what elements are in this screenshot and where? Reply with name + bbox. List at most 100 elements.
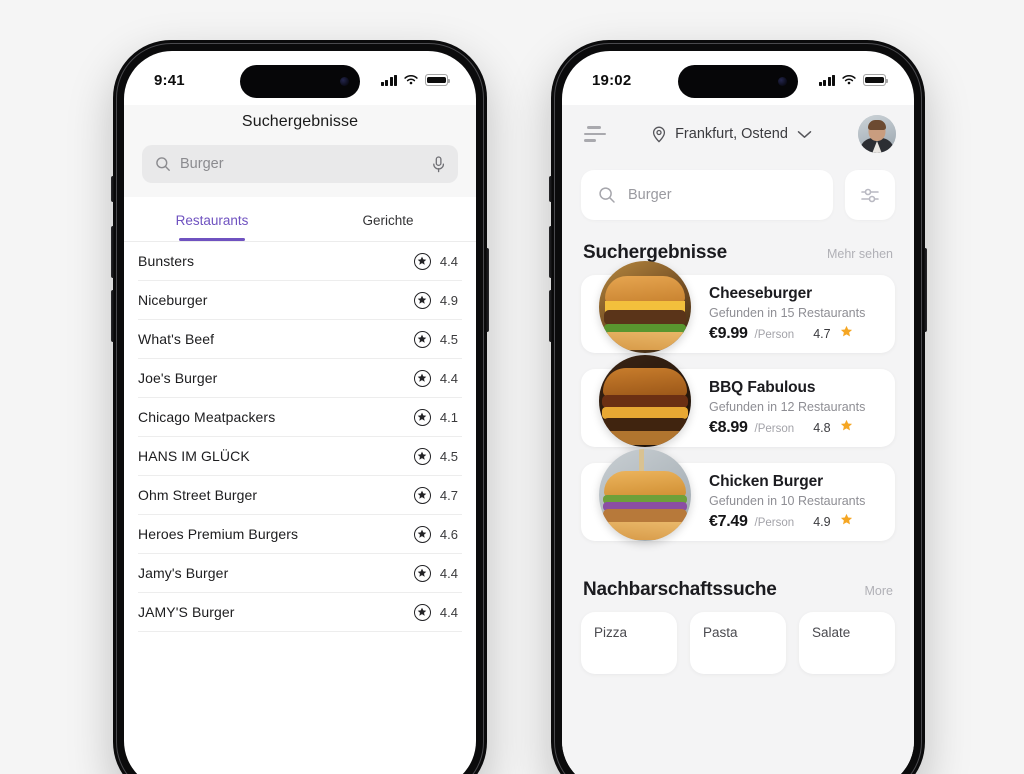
star-icon bbox=[418, 451, 427, 460]
star-badge-icon bbox=[413, 525, 431, 543]
bun-top bbox=[604, 275, 686, 304]
search-row: Burger bbox=[562, 159, 914, 220]
filter-button[interactable] bbox=[845, 170, 895, 220]
bun-bottom bbox=[604, 431, 686, 446]
restaurant-rating: 4.9 bbox=[413, 291, 462, 309]
food-meta: €7.49/Person 4.9 bbox=[709, 513, 865, 531]
volume-up-button-left[interactable] bbox=[111, 226, 115, 278]
restaurant-name: Jamy's Burger bbox=[138, 565, 229, 581]
location-label: Frankfurt, Ostend bbox=[675, 126, 788, 142]
tab-gerichte[interactable]: Gerichte bbox=[300, 197, 476, 241]
table-row[interactable]: What's Beef 4.5 bbox=[138, 320, 462, 359]
food-subtitle: Gefunden in 10 Restaurants bbox=[709, 494, 866, 508]
food-name: Cheeseburger bbox=[709, 285, 813, 302]
search-input[interactable]: Burger bbox=[142, 145, 458, 183]
star-icon bbox=[418, 412, 427, 421]
table-row[interactable]: Jamy's Burger 4.4 bbox=[138, 554, 462, 593]
power-button-left[interactable] bbox=[485, 248, 489, 332]
tab-gerichte-label: Gerichte bbox=[362, 213, 414, 228]
restaurant-rating: 4.4 bbox=[413, 369, 462, 387]
volume-down-button-right[interactable] bbox=[549, 290, 553, 342]
status-time: 9:41 bbox=[154, 71, 185, 89]
restaurant-rating: 4.5 bbox=[413, 447, 462, 465]
table-row[interactable]: Niceburger 4.9 bbox=[138, 281, 462, 320]
restaurant-name: Niceburger bbox=[138, 292, 208, 308]
restaurant-name: HANS IM GLÜCK bbox=[138, 448, 250, 464]
table-row[interactable]: Chicago Meatpackers 4.1 bbox=[138, 398, 462, 437]
front-camera-icon bbox=[778, 77, 787, 86]
table-row[interactable]: HANS IM GLÜCK 4.5 bbox=[138, 437, 462, 476]
star-badge-icon bbox=[413, 564, 431, 582]
star-icon bbox=[418, 529, 427, 538]
avatar[interactable] bbox=[858, 115, 896, 153]
star-icon bbox=[840, 419, 852, 431]
food-subtitle: Gefunden in 12 Restaurants bbox=[709, 400, 866, 414]
category-chip[interactable]: Pizza bbox=[581, 612, 677, 674]
star-badge-icon bbox=[413, 408, 431, 426]
food-rating: 4.8 bbox=[813, 421, 831, 435]
food-price: €7.49 bbox=[709, 513, 748, 530]
tab-restaurants[interactable]: Restaurants bbox=[124, 197, 300, 241]
table-row[interactable]: Ohm Street Burger 4.7 bbox=[138, 476, 462, 515]
search-input[interactable]: Burger bbox=[581, 170, 833, 220]
bun-top bbox=[603, 471, 687, 497]
star-badge-icon bbox=[413, 603, 431, 621]
star-badge-icon bbox=[413, 252, 431, 270]
table-row[interactable]: Heroes Premium Burgers 4.6 bbox=[138, 515, 462, 554]
category-chip-label: Salate bbox=[812, 625, 851, 640]
battery-icon bbox=[863, 74, 888, 86]
wifi-icon bbox=[842, 75, 856, 85]
food-result-card[interactable]: Cheeseburger Gefunden in 15 Restaurants €9… bbox=[581, 261, 895, 353]
star-icon bbox=[418, 490, 427, 499]
bun-top bbox=[602, 367, 688, 398]
category-chip[interactable]: Pasta bbox=[690, 612, 786, 674]
restaurant-rating: 4.7 bbox=[413, 486, 462, 504]
rating-value: 4.1 bbox=[439, 409, 458, 425]
results-more-link[interactable]: Mehr sehen bbox=[827, 247, 893, 261]
food-price: €8.99 bbox=[709, 419, 748, 436]
silent-switch-right[interactable] bbox=[549, 176, 553, 202]
microphone-icon[interactable] bbox=[432, 155, 445, 173]
food-result-card[interactable]: Chicken Burger Gefunden in 10 Restaurants… bbox=[581, 449, 895, 541]
food-rating: 4.7 bbox=[813, 327, 831, 341]
food-result-list: Cheeseburger Gefunden in 15 Restaurants €9… bbox=[562, 261, 914, 541]
table-row[interactable]: Bunsters 4.4 bbox=[138, 242, 462, 281]
location-selector[interactable]: Frankfurt, Ostend bbox=[616, 126, 848, 143]
food-info: Chicken Burger Gefunden in 10 Restaurants… bbox=[709, 473, 877, 531]
food-subtitle: Gefunden in 15 Restaurants bbox=[709, 306, 866, 320]
silent-switch-left[interactable] bbox=[111, 176, 115, 202]
phone-device-right: 19:02 Frankfurt, Ostend Burger Suchergeb… bbox=[549, 40, 927, 774]
screenshot-canvas: 9:41 Suchergebnisse Burger Restaurants G… bbox=[0, 0, 1024, 774]
battery-icon bbox=[425, 74, 450, 86]
food-meta: €9.99/Person 4.7 bbox=[709, 325, 865, 343]
restaurant-name: What's Beef bbox=[138, 331, 215, 347]
power-button-right[interactable] bbox=[923, 248, 927, 332]
rating-value: 4.5 bbox=[439, 448, 458, 464]
star-badge-icon bbox=[413, 369, 431, 387]
food-info: BBQ Fabulous Gefunden in 12 Restaurants €8… bbox=[709, 379, 877, 437]
food-result-card[interactable]: BBQ Fabulous Gefunden in 12 Restaurants €8… bbox=[581, 355, 895, 447]
table-row[interactable]: Joe's Burger 4.4 bbox=[138, 359, 462, 398]
volume-up-button-right[interactable] bbox=[549, 226, 553, 278]
bun-bottom bbox=[604, 521, 686, 541]
hamburger-menu-icon[interactable] bbox=[584, 126, 606, 142]
star-badge-icon bbox=[413, 291, 431, 309]
phone-device-left: 9:41 Suchergebnisse Burger Restaurants G… bbox=[111, 40, 489, 774]
top-bar: Frankfurt, Ostend bbox=[562, 105, 914, 159]
star-icon bbox=[418, 568, 427, 577]
star-badge-icon bbox=[413, 486, 431, 504]
volume-down-button-left[interactable] bbox=[111, 290, 115, 342]
restaurant-name: Chicago Meatpackers bbox=[138, 409, 276, 425]
rating-value: 4.7 bbox=[439, 487, 458, 503]
category-chip[interactable]: Salate bbox=[799, 612, 895, 674]
cellular-icon bbox=[380, 74, 397, 86]
restaurant-rating: 4.4 bbox=[413, 603, 462, 621]
rating-value: 4.6 bbox=[439, 526, 458, 542]
table-row[interactable]: JAMY'S Burger 4.4 bbox=[138, 593, 462, 632]
neighborhood-more-link[interactable]: More bbox=[865, 584, 893, 598]
front-camera-icon bbox=[340, 77, 349, 86]
search-input-value: Burger bbox=[180, 156, 224, 172]
category-chip-label: Pizza bbox=[594, 625, 628, 640]
restaurant-name: Joe's Burger bbox=[138, 370, 218, 386]
rating-value: 4.4 bbox=[439, 370, 458, 386]
